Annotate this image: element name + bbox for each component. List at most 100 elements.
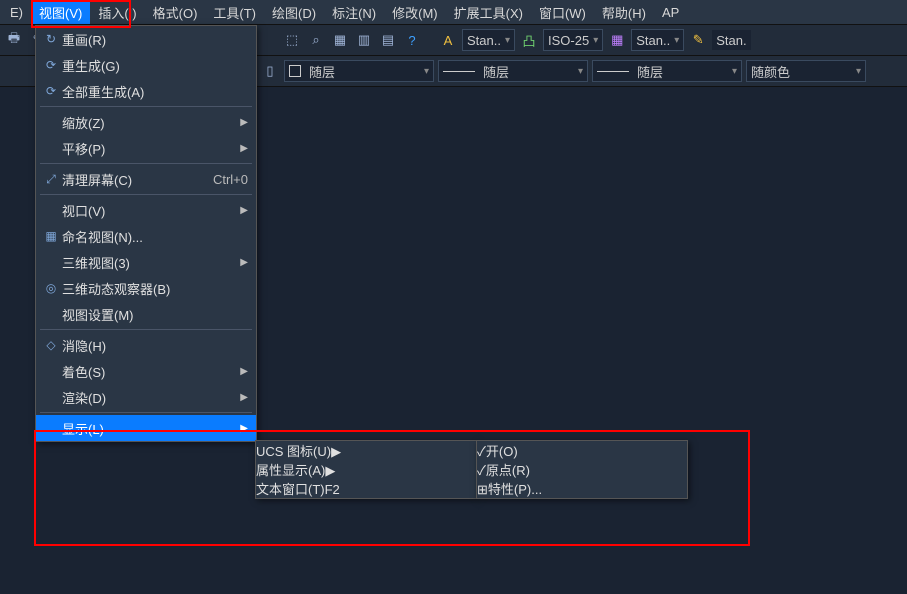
menu-item-label: 文本窗口(T): [256, 482, 325, 497]
check-icon: ✓: [477, 444, 486, 459]
menu-item-label: 清理屏幕(C): [62, 170, 205, 189]
menu-edit-tail[interactable]: E): [2, 3, 31, 22]
menu-item-label: UCS 图标(U): [256, 444, 331, 459]
ucs-icon-submenu: ✓开(O)✓原点(R)⊞特性(P)...: [476, 440, 688, 499]
mleader-style-value: Stan.: [716, 33, 746, 48]
glyph-icon: ⤢: [40, 172, 62, 187]
menu-item-label: 消隐(H): [62, 336, 248, 355]
chevron-down-icon: ▾: [578, 66, 583, 77]
view-item-15[interactable]: ◇消隐(H): [36, 332, 256, 358]
view-item-12[interactable]: ◎三维动态观察器(B): [36, 275, 256, 301]
view-item-13[interactable]: 视图设置(M): [36, 301, 256, 327]
layer-ltype-combo[interactable]: 随层▾: [438, 60, 588, 82]
glyph-icon: ◎: [40, 281, 62, 295]
view-item-17[interactable]: 渲染(D)▶: [36, 384, 256, 410]
mleader-style-icon[interactable]: ✎: [688, 30, 708, 50]
menu-item-label: 渲染(D): [62, 388, 240, 407]
line-icon: [443, 71, 475, 72]
layer-tool-icon[interactable]: ▯: [260, 61, 280, 81]
chevron-down-icon: ▾: [856, 66, 861, 77]
text-style-combo[interactable]: Stan..▾: [462, 29, 515, 51]
table-style-icon[interactable]: ▦: [607, 30, 627, 50]
display-item-2[interactable]: 文本窗口(T)F2: [256, 479, 476, 498]
layer-color-combo[interactable]: 随层 ▾: [284, 60, 434, 82]
view-item-7[interactable]: ⤢清理屏幕(C)Ctrl+0: [36, 166, 256, 192]
zoom-icon[interactable]: ⌕: [306, 30, 326, 50]
menu-item-label: 视口(V): [62, 201, 240, 220]
separator: [40, 412, 252, 413]
chevron-down-icon: ▾: [674, 35, 679, 46]
menu-item-label: 视图设置(M): [62, 305, 248, 324]
dim-style-value: ISO-25: [548, 33, 589, 48]
tile-icon[interactable]: ▥: [354, 30, 374, 50]
chevron-down-icon: ▾: [424, 66, 429, 77]
view-item-10[interactable]: ▦命名视图(N)...: [36, 223, 256, 249]
table-style-value: Stan..: [636, 33, 670, 48]
menu-format[interactable]: 格式(O): [145, 1, 206, 24]
menu-ap[interactable]: AP: [654, 3, 687, 22]
table-style-combo[interactable]: Stan.. ▾: [631, 29, 684, 51]
menu-annotate[interactable]: 标注(N): [324, 1, 384, 24]
help-icon[interactable]: ?: [402, 30, 422, 50]
separator: [40, 163, 252, 164]
menu-draw[interactable]: 绘图(D): [264, 1, 324, 24]
display-item-0[interactable]: UCS 图标(U)▶: [256, 441, 476, 460]
shortcut-hint: F2: [325, 482, 340, 497]
view-item-1[interactable]: ⟳重生成(G): [36, 52, 256, 78]
view-item-9[interactable]: 视口(V)▶: [36, 197, 256, 223]
menu-help[interactable]: 帮助(H): [594, 1, 654, 24]
submenu-arrow-icon: ▶: [240, 423, 248, 434]
layer-lweight-combo[interactable]: 随层▾: [592, 60, 742, 82]
menu-item-label: 着色(S): [62, 362, 240, 381]
glyph-icon: ▦: [40, 229, 62, 243]
menu-item-label: 开(O): [486, 444, 518, 459]
glyph-icon: ↻: [40, 32, 62, 46]
text-style-icon[interactable]: A: [438, 30, 458, 50]
menu-item-label: 三维动态观察器(B): [62, 279, 248, 298]
view-item-11[interactable]: 三维视图(3)▶: [36, 249, 256, 275]
display-submenu: UCS 图标(U)▶属性显示(A)▶文本窗口(T)F2: [255, 440, 477, 499]
submenu-arrow-icon: ▶: [240, 205, 248, 216]
layer-color-value: 随层: [309, 62, 335, 81]
view-item-0[interactable]: ↻重画(R): [36, 26, 256, 52]
dim-style-combo[interactable]: ISO-25 ▾: [543, 29, 603, 51]
props-icon[interactable]: ▤: [378, 30, 398, 50]
mleader-style-combo[interactable]: Stan.: [712, 30, 750, 50]
submenu-arrow-icon: ▶: [240, 366, 248, 377]
print-icon[interactable]: 🖶: [4, 30, 24, 50]
chevron-down-icon: ▾: [732, 66, 737, 77]
dim-style-icon[interactable]: 凸: [519, 30, 539, 50]
menu-modify[interactable]: 修改(M): [384, 1, 446, 24]
menu-tools[interactable]: 工具(T): [205, 1, 264, 24]
glyph-icon: ⊞: [477, 482, 488, 497]
view-item-2[interactable]: ⟳全部重生成(A): [36, 78, 256, 104]
view-item-4[interactable]: 缩放(Z)▶: [36, 109, 256, 135]
grid-icon[interactable]: ▦: [330, 30, 350, 50]
menu-window[interactable]: 窗口(W): [531, 1, 594, 24]
submenu-arrow-icon: ▶: [240, 257, 248, 268]
layer-bycolor-combo[interactable]: 随颜色 ▾: [746, 60, 866, 82]
menu-item-label: 三维视图(3): [62, 253, 240, 272]
submenu-arrow-icon: ▶: [240, 392, 248, 403]
ucs-item-1[interactable]: ✓原点(R): [477, 460, 687, 479]
menu-item-label: 属性显示(A): [256, 463, 325, 478]
ucs-item-0[interactable]: ✓开(O): [477, 441, 687, 460]
menu-insert[interactable]: 插入(I): [90, 1, 144, 24]
menu-view[interactable]: 视图(V): [31, 1, 90, 24]
menu-item-label: 命名视图(N)...: [62, 227, 248, 246]
menu-item-label: 显示(L): [62, 419, 240, 438]
separator: [40, 106, 252, 107]
chevron-down-icon: ▾: [593, 35, 598, 46]
pan-icon[interactable]: ⬚: [282, 30, 302, 50]
view-item-16[interactable]: 着色(S)▶: [36, 358, 256, 384]
glyph-icon: ⟳: [40, 58, 62, 72]
ucs-item-2[interactable]: ⊞特性(P)...: [477, 479, 687, 498]
menu-extend[interactable]: 扩展工具(X): [446, 1, 531, 24]
view-item-5[interactable]: 平移(P)▶: [36, 135, 256, 161]
view-item-19[interactable]: 显示(L)▶: [36, 415, 256, 441]
menu-item-label: 全部重生成(A): [62, 82, 248, 101]
layer-bycolor-value: 随颜色: [751, 62, 790, 81]
display-item-1[interactable]: 属性显示(A)▶: [256, 460, 476, 479]
menu-item-label: 特性(P)...: [488, 482, 542, 497]
separator: [40, 329, 252, 330]
